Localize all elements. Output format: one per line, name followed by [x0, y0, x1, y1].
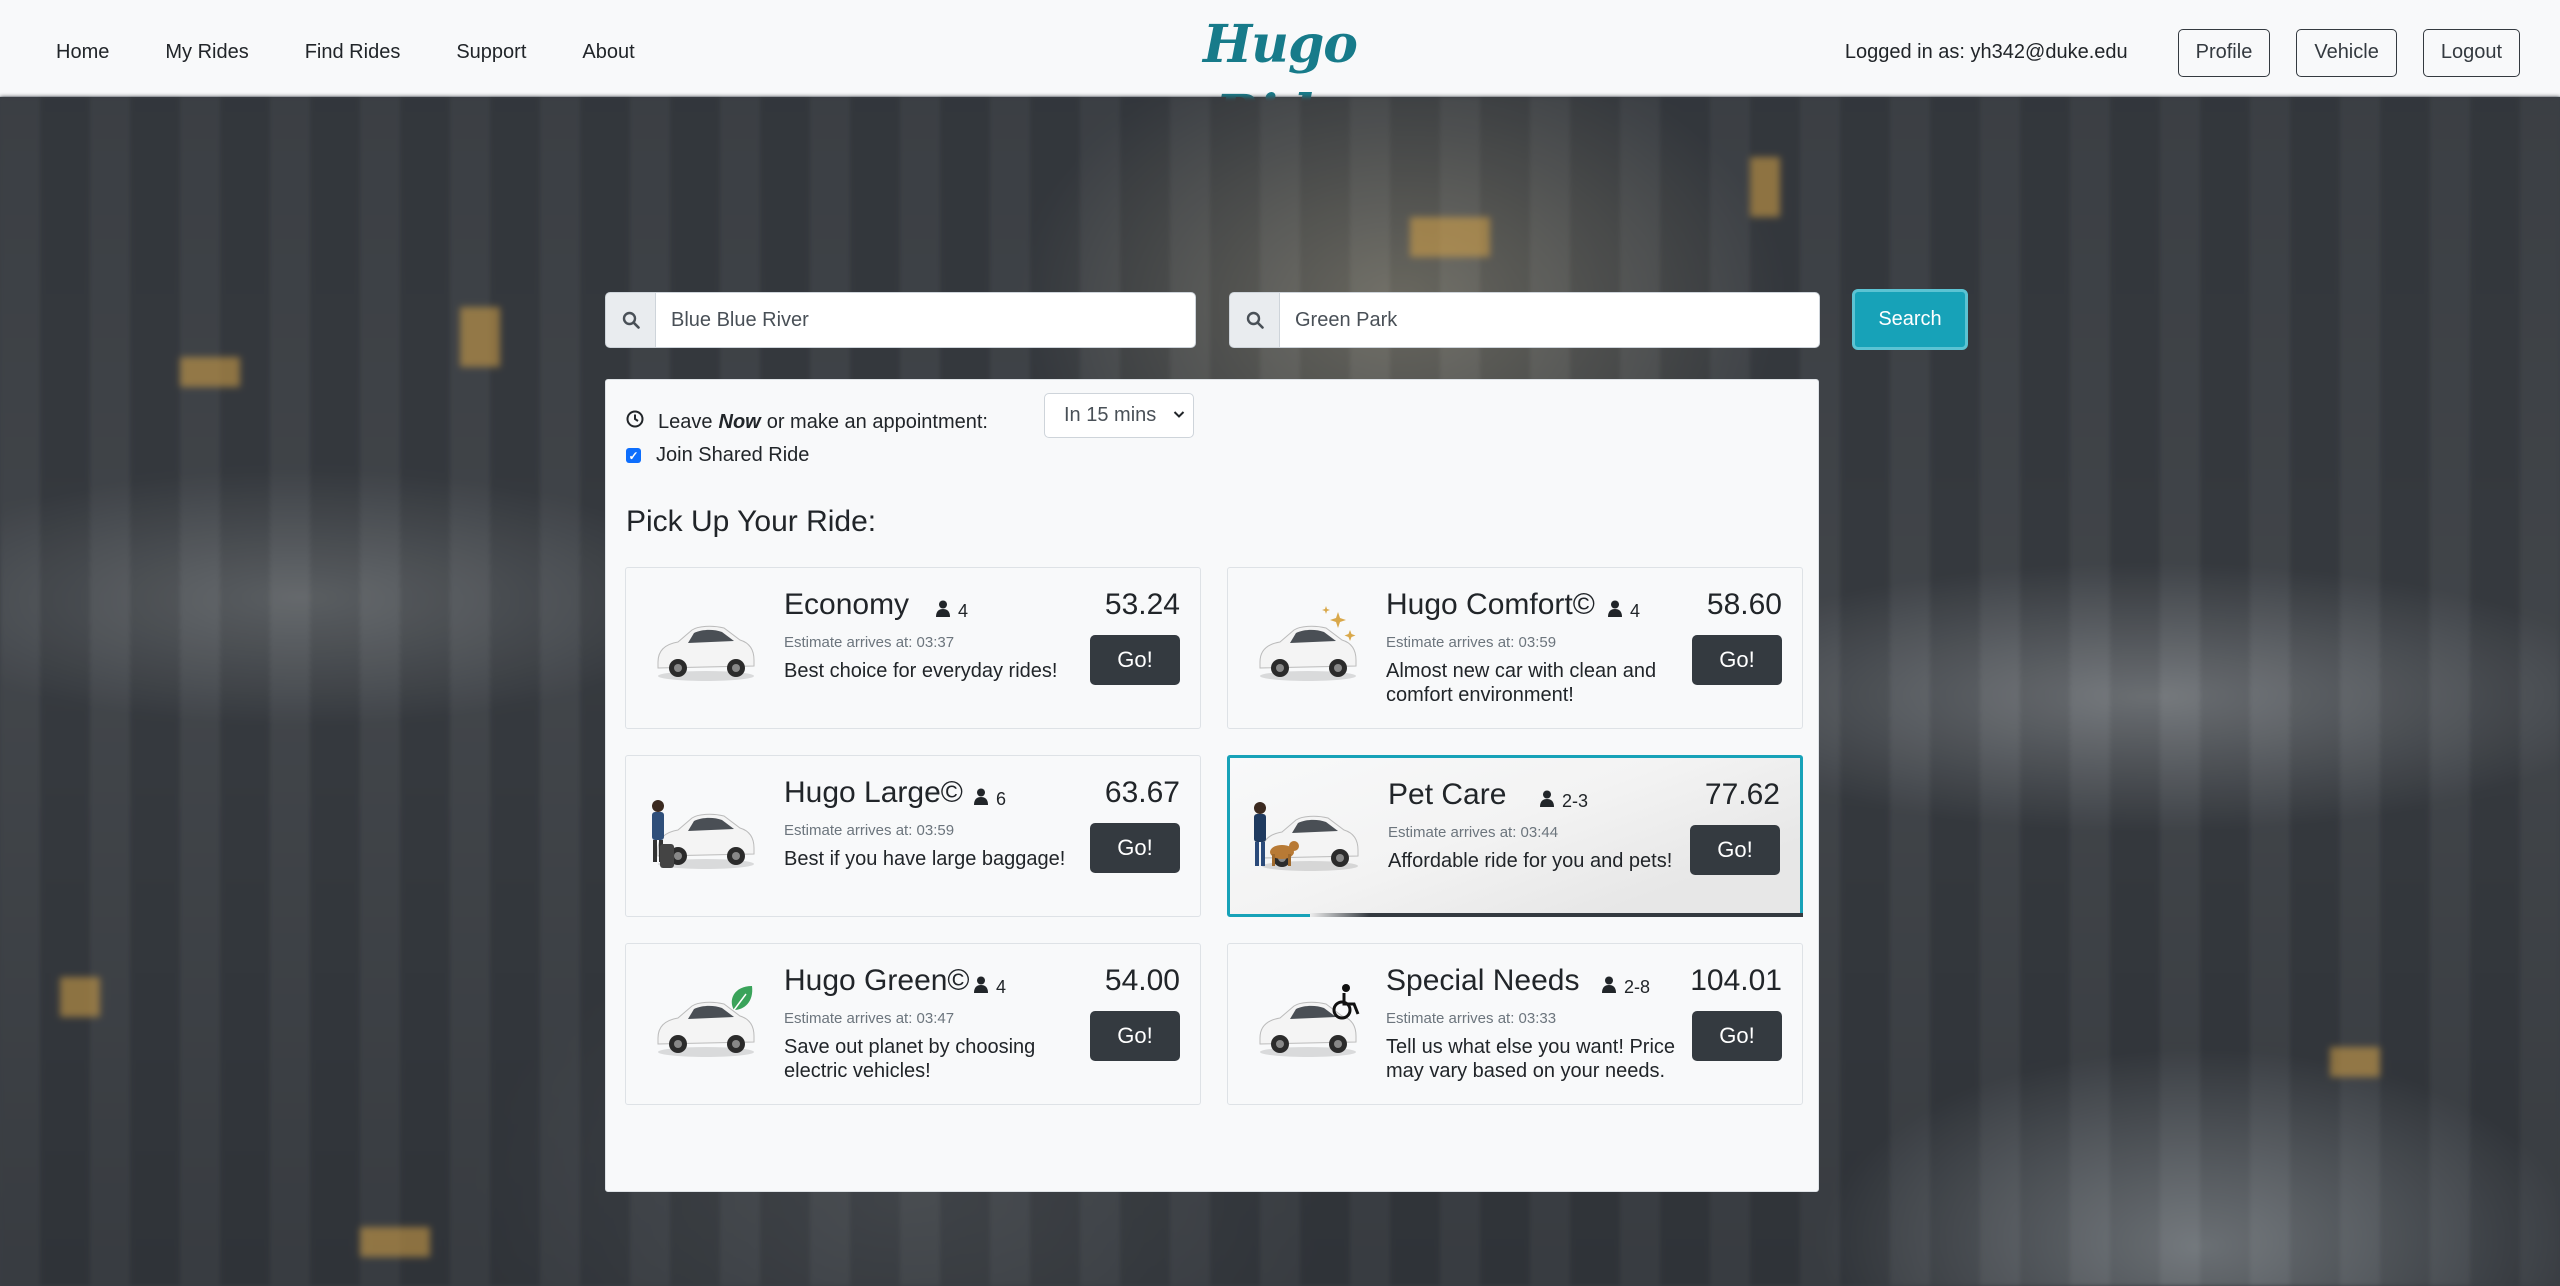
nav-support[interactable]: Support	[428, 41, 554, 64]
ride-title: Pet Care	[1388, 778, 1507, 811]
ride-description: Save out planet by choosing electric veh…	[784, 1036, 1036, 1082]
ride-eta: Estimate arrives at: 03:44	[1388, 824, 1559, 841]
capacity-value: 4	[1630, 600, 1641, 621]
shared-ride-row: ✓ Join Shared Ride	[626, 444, 809, 467]
ride-eta: Estimate arrives at: 03:47	[784, 1010, 955, 1027]
ride-panel: Leave Now or make an appointment: In 15 …	[605, 379, 1819, 1192]
nav-home[interactable]: Home	[28, 41, 137, 64]
person-icon	[1608, 600, 1622, 617]
ride-card-hugo-green[interactable]: Hugo Green© 4 Estimate arrives at: 03:47…	[625, 943, 1201, 1105]
logged-in-label: Logged in as: yh342@duke.edu	[1844, 41, 2128, 63]
capacity-value: 2-3	[1562, 790, 1589, 811]
person-icon	[1602, 976, 1624, 998]
person-icon	[1608, 600, 1630, 622]
capacity: 4	[974, 976, 1006, 998]
person-icon	[974, 788, 996, 810]
person-icon	[936, 600, 958, 622]
chevron-down-icon	[1173, 407, 1185, 423]
person-icon	[936, 600, 950, 617]
ride-description: Almost new car with clean and comfort en…	[1386, 660, 1657, 706]
ride-eta: Estimate arrives at: 03:33	[1386, 1010, 1557, 1027]
capacity: 4	[936, 600, 968, 622]
navbar: Home My Rides Find Rides Support About H…	[0, 0, 2560, 145]
leave-row: Leave Now or make an appointment:	[626, 402, 988, 442]
capacity-value: 6	[996, 788, 1007, 809]
search-icon	[605, 292, 655, 348]
nav-right: Logged in as: yh342@duke.edu Profile Veh…	[1845, 0, 2520, 105]
ride-description: Affordable ride for you and pets!	[1388, 850, 1673, 872]
search-button[interactable]: Search	[1852, 289, 1968, 350]
go-button[interactable]: Go!	[1692, 635, 1782, 685]
brand-logo[interactable]: Hugo Ride	[1185, 10, 1375, 145]
person-icon	[974, 976, 988, 993]
shared-ride-label: Join Shared Ride	[656, 444, 810, 466]
capacity-value: 2-8	[1624, 976, 1651, 997]
capacity: 4	[1608, 600, 1640, 622]
pickup-input-group	[605, 292, 1196, 348]
ride-title: Economy	[784, 588, 910, 621]
pickup-input[interactable]	[655, 292, 1196, 348]
nav-find-rides[interactable]: Find Rides	[277, 41, 429, 64]
person-icon	[974, 788, 988, 805]
ride-eta: Estimate arrives at: 03:37	[784, 634, 955, 651]
ride-description: Tell us what else you want! Price may va…	[1386, 1036, 1676, 1082]
person-icon	[1540, 790, 1554, 807]
ride-price: 54.00	[1104, 964, 1180, 997]
appointment-value: In 15 mins	[1064, 404, 1157, 426]
dropoff-input[interactable]	[1279, 292, 1820, 348]
capacity: 2-3	[1540, 790, 1588, 812]
search-icon	[1229, 292, 1279, 348]
ride-eta: Estimate arrives at: 03:59	[784, 822, 955, 839]
ride-title: Special Needs	[1386, 964, 1580, 997]
ride-price: 53.24	[1104, 588, 1180, 621]
capacity-value: 4	[958, 600, 969, 621]
logout-button[interactable]: Logout	[2422, 28, 2520, 77]
clock-icon	[626, 410, 644, 434]
person-icon	[1540, 790, 1562, 812]
ride-eta: Estimate arrives at: 03:59	[1386, 634, 1557, 651]
pick-title: Pick Up Your Ride:	[626, 505, 877, 538]
capacity-value: 4	[996, 976, 1007, 997]
appointment-select[interactable]: In 15 mins	[1044, 393, 1194, 438]
nav-my-rides[interactable]: My Rides	[137, 41, 276, 64]
ride-price: 104.01	[1690, 964, 1782, 997]
capacity: 2-8	[1602, 976, 1650, 998]
shared-ride-checkbox[interactable]: ✓	[626, 448, 641, 463]
ride-price: 58.60	[1706, 588, 1782, 621]
ride-card-hugo-large[interactable]: Hugo Large© 6 Estimate arrives at: 03:59…	[625, 755, 1201, 917]
ride-card-pet-care[interactable]: Pet Care 2-3 Estimate arrives at: 03:44 …	[1227, 755, 1803, 917]
go-button[interactable]: Go!	[1090, 1011, 1180, 1061]
ride-title: Hugo Comfort©	[1386, 588, 1595, 621]
ride-description: Best if you have large baggage!	[784, 848, 1066, 870]
go-button[interactable]: Go!	[1690, 825, 1780, 875]
leave-prefix: Leave	[658, 410, 713, 433]
profile-button[interactable]: Profile	[2177, 28, 2271, 77]
ride-title: Hugo Green©	[784, 964, 970, 997]
ride-card-hugo-comfort[interactable]: Hugo Comfort© 4 Estimate arrives at: 03:…	[1227, 567, 1803, 729]
go-button[interactable]: Go!	[1692, 1011, 1782, 1061]
ride-price: 77.62	[1704, 778, 1780, 811]
leave-now: Now	[718, 410, 761, 433]
ride-card-economy[interactable]: Economy 4 Estimate arrives at: 03:37 Bes…	[625, 567, 1201, 729]
dropoff-input-group	[1229, 292, 1820, 348]
nav-links: Home My Rides Find Rides Support About	[28, 0, 663, 105]
leave-suffix: or make an appointment:	[766, 410, 988, 433]
capacity: 6	[974, 788, 1006, 810]
ride-title: Hugo Large©	[784, 776, 963, 809]
person-icon	[1602, 976, 1616, 993]
go-button[interactable]: Go!	[1090, 823, 1180, 873]
ride-description: Best choice for everyday rides!	[784, 660, 1058, 682]
person-icon	[974, 976, 996, 998]
go-button[interactable]: Go!	[1090, 635, 1180, 685]
nav-about[interactable]: About	[554, 41, 662, 64]
vehicle-button[interactable]: Vehicle	[2296, 28, 2397, 77]
ride-price: 63.67	[1104, 776, 1180, 809]
ride-card-special-needs[interactable]: Special Needs 2-8 Estimate arrives at: 0…	[1227, 943, 1803, 1105]
